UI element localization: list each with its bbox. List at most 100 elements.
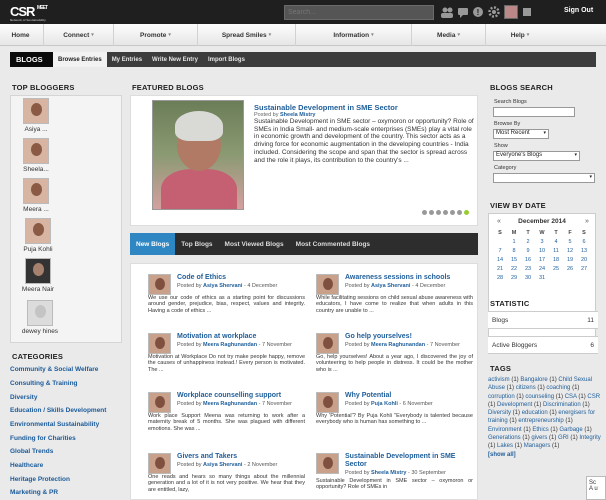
calendar-day[interactable]: 22 — [507, 264, 521, 273]
calendar-day[interactable]: 3 — [535, 237, 549, 246]
blogger-item[interactable]: Sheela... — [20, 138, 52, 173]
show-select[interactable]: Everyone's Blogs ▾ — [493, 151, 580, 161]
slider-dot[interactable] — [443, 210, 448, 215]
tag-link[interactable]: citizens — [516, 385, 536, 391]
settings-gear-icon[interactable] — [488, 6, 500, 18]
tab-write-new-entry[interactable]: Write New Entry — [147, 52, 203, 67]
calendar-day[interactable]: 20 — [577, 255, 591, 264]
author-link[interactable]: Asiya Shervani — [203, 283, 242, 289]
calendar-day[interactable] — [563, 273, 577, 282]
author-link[interactable]: Meera Raghunandan — [203, 342, 257, 348]
post-author-thumbnail[interactable] — [148, 333, 171, 354]
calendar-day[interactable]: 14 — [493, 255, 507, 264]
sign-out-link[interactable]: Sign Out — [564, 7, 593, 14]
calendar-next-icon[interactable]: » — [585, 218, 589, 225]
category-link[interactable]: Funding for Charities — [10, 435, 76, 442]
tag-link[interactable]: Integrity — [579, 435, 600, 441]
tab-my-entries[interactable]: My Entries — [107, 52, 147, 67]
calendar-day[interactable] — [493, 237, 507, 246]
tag-link[interactable]: Lakes — [497, 443, 513, 449]
author-link[interactable]: Meera Raghunandan — [371, 342, 425, 348]
post-author-thumbnail[interactable] — [316, 333, 339, 354]
tab-most-commented-blogs[interactable]: Most Commented Blogs — [290, 233, 376, 255]
csr-logo[interactable]: CSR MEET Network of Sustainability — [10, 4, 48, 22]
category-link[interactable]: Education / Skills Development — [10, 407, 106, 414]
nav-spread-smiles[interactable]: Spread Smiles ▾ — [198, 24, 296, 46]
category-select[interactable]: ▾ — [493, 173, 595, 183]
calendar-day[interactable]: 15 — [507, 255, 521, 264]
tab-import-blogs[interactable]: Import Blogs — [203, 52, 250, 67]
calendar-day[interactable]: 31 — [535, 273, 549, 282]
post-title[interactable]: Sustainable Development in SME Sector — [345, 453, 475, 469]
calendar-day[interactable]: 8 — [507, 246, 521, 255]
post-title[interactable]: Givers and Takers — [177, 453, 307, 461]
calendar-day[interactable]: 10 — [535, 246, 549, 255]
tag-link[interactable]: GRI — [558, 435, 569, 441]
calendar-day[interactable]: 25 — [549, 264, 563, 273]
category-link[interactable]: Heritage Protection — [10, 476, 70, 483]
slider-dot[interactable] — [450, 210, 455, 215]
tag-link[interactable]: coaching — [546, 385, 570, 391]
tag-link[interactable]: Managers — [524, 443, 551, 449]
category-link[interactable]: Environmental Sustainability — [10, 421, 99, 428]
calendar-day[interactable]: 11 — [549, 246, 563, 255]
global-search-input[interactable] — [284, 5, 434, 20]
tag-link[interactable]: Discrimination — [543, 402, 581, 408]
nav-home[interactable]: Home — [0, 24, 44, 46]
calendar-day[interactable]: 30 — [521, 273, 535, 282]
calendar-day[interactable]: 21 — [493, 264, 507, 273]
slider-dot-active[interactable] — [464, 210, 469, 215]
calendar-day[interactable] — [549, 273, 563, 282]
calendar-day[interactable]: 27 — [577, 264, 591, 273]
calendar-day[interactable]: 18 — [549, 255, 563, 264]
tag-link[interactable]: CSA — [565, 394, 577, 400]
calendar-day[interactable]: 19 — [563, 255, 577, 264]
post-title[interactable]: Go help yourselves! — [345, 333, 475, 341]
featured-author-photo[interactable] — [152, 100, 244, 210]
author-link[interactable]: Puja Kohli — [371, 401, 398, 407]
nav-connect[interactable]: Connect ▾ — [44, 24, 114, 46]
category-link[interactable]: Healthcare — [10, 462, 43, 469]
post-title[interactable]: Workplace counselling support — [177, 392, 307, 400]
messages-icon[interactable] — [457, 6, 469, 18]
author-link[interactable]: Asiya Shervani — [371, 283, 410, 289]
tab-browse-entries[interactable]: Browse Entries — [53, 52, 107, 67]
post-title[interactable]: Code of Ethics — [177, 274, 307, 282]
browse-by-select[interactable]: Most Recent ▾ — [493, 129, 549, 139]
tag-link[interactable]: Environment — [488, 427, 522, 433]
blogger-item[interactable]: Meera ... — [20, 178, 52, 213]
calendar-day[interactable]: 24 — [535, 264, 549, 273]
post-author-thumbnail[interactable] — [316, 392, 339, 413]
calendar-day[interactable]: 5 — [563, 237, 577, 246]
tag-link[interactable]: corruption — [488, 394, 515, 400]
tag-link[interactable]: counseling — [525, 394, 554, 400]
chat-widget[interactable]: Sc A u — [586, 476, 606, 500]
calendar-day[interactable]: 9 — [521, 246, 535, 255]
tag-link[interactable]: activism — [488, 377, 510, 383]
calendar-day[interactable]: 29 — [507, 273, 521, 282]
tag-link[interactable]: entrepreneurship — [518, 418, 563, 424]
tag-link[interactable]: CSR — [587, 394, 600, 400]
author-link[interactable]: Meera Raghunandan — [203, 401, 257, 407]
calendar-day[interactable] — [577, 273, 591, 282]
category-link[interactable]: Marketing & PR — [10, 489, 58, 496]
calendar-day[interactable]: 4 — [549, 237, 563, 246]
tab-most-viewed-blogs[interactable]: Most Viewed Blogs — [219, 233, 290, 255]
calendar-day[interactable]: 17 — [535, 255, 549, 264]
calendar-day[interactable]: 7 — [493, 246, 507, 255]
author-link[interactable]: Asiya Shervani — [203, 462, 242, 468]
people-icon[interactable] — [441, 6, 453, 18]
tag-link[interactable]: Ethics — [532, 427, 548, 433]
slider-dot[interactable] — [422, 210, 427, 215]
post-author-thumbnail[interactable] — [316, 453, 339, 474]
search-blogs-input[interactable] — [493, 107, 575, 117]
post-title[interactable]: Why Potential — [345, 392, 475, 400]
tab-top-blogs[interactable]: Top Blogs — [175, 233, 218, 255]
post-author-thumbnail[interactable] — [148, 453, 171, 474]
post-title[interactable]: Awareness sessions in schools — [345, 274, 475, 282]
tag-link[interactable]: Bangalore — [520, 377, 547, 383]
tag-link[interactable]: Development — [497, 402, 532, 408]
category-link[interactable]: Diversity — [10, 394, 37, 401]
calendar-day[interactable]: 12 — [563, 246, 577, 255]
tag-link[interactable]: Garbage — [559, 427, 582, 433]
